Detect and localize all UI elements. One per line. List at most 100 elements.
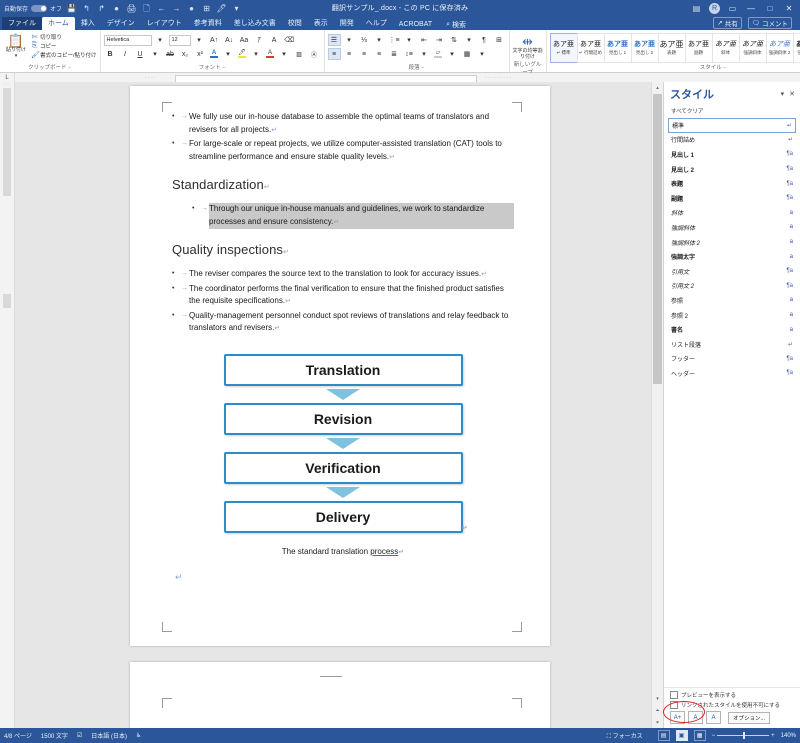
style-gallery[interactable]: あア亜 ↵ 標準 あア亜 ↵ 行間詰め あア亜 見出し 1 あア亜 見出し 2 (549, 33, 800, 63)
style-item-title[interactable]: 表題 ¶a (668, 176, 796, 191)
flow-step-verification[interactable]: Verification (223, 451, 463, 484)
word-count-status[interactable]: 1500 文字 (41, 731, 68, 740)
styles-pane-close-icon[interactable]: ✕ (789, 90, 795, 98)
document-page-2[interactable]: Education and training↵ (130, 662, 550, 728)
align-left-icon[interactable]: ≡ (327, 48, 341, 60)
style-item-emphasis[interactable]: 斜体 a (668, 206, 796, 221)
vertical-ruler[interactable] (0, 82, 15, 728)
flow-step-delivery[interactable]: Delivery ↵ (223, 500, 468, 533)
focus-button[interactable]: ⛶ フォーカス (607, 731, 643, 741)
enclose-character-icon[interactable]: Ⓐ (308, 48, 321, 60)
tab-layout[interactable]: レイアウト (141, 17, 188, 30)
asian-layout-icon[interactable]: ⊞ (493, 34, 506, 46)
flow-step-revision[interactable]: Revision (223, 402, 463, 435)
back-icon[interactable]: ← (156, 3, 167, 14)
tab-design[interactable]: デザイン (101, 17, 141, 30)
gallery-item-heading1[interactable]: あア亜 見出し 1 (603, 33, 632, 63)
tab-help[interactable]: ヘルプ (360, 17, 393, 30)
comments-button[interactable]: 🗨 コメント (747, 17, 792, 29)
scroll-down-button[interactable]: ▾ (652, 693, 663, 704)
web-layout-button[interactable]: ▦ (693, 730, 706, 741)
show-preview-checkbox[interactable]: プレビューを表示する (670, 691, 795, 699)
next-page-button[interactable]: ⏷ (652, 717, 663, 728)
quick-access-toolbar[interactable]: 自動保存 オフ 💾 ↰ ↱ ● 🖨 🗋 ← → ● ⊞ 🖊 ▾ (0, 3, 242, 14)
touch-mode-icon[interactable]: ⊞ (201, 3, 212, 14)
zoom-out-button[interactable]: − (712, 733, 716, 739)
zoom-knob[interactable] (743, 732, 746, 739)
distributed-icon[interactable]: ≣ (388, 48, 401, 60)
search-box[interactable]: ⌕ 検索 (438, 20, 466, 30)
multilevel-list-icon[interactable]: ⋮≡ (388, 34, 401, 46)
font-name-box[interactable]: Helvetica (103, 34, 152, 46)
style-item-intense-emphasis[interactable]: 強調斜体 a (668, 220, 796, 235)
list-item[interactable]: • → For large-scale or repeat projects, … (172, 138, 514, 164)
font-name-dropdown-icon[interactable]: ▾ (154, 34, 167, 46)
gallery-item-intense-emphasis-2[interactable]: あア亜 強調斜体 2 (765, 33, 794, 63)
clear-all-button[interactable]: すべてクリア (664, 104, 800, 118)
styles-pane-minimize-icon[interactable]: ▾ (781, 90, 785, 98)
list-item[interactable]: • → Quality-management personnel conduct… (172, 310, 514, 336)
pen-icon[interactable]: 🖊 (216, 3, 227, 14)
distribute-characters-button[interactable]: ⇹ 文字の均等割り付け (513, 35, 543, 60)
multilevel-dropdown-icon[interactable]: ▾ (403, 34, 416, 46)
minimize-button[interactable]: — (745, 4, 757, 13)
forward-icon[interactable]: → (171, 3, 182, 14)
style-item-subtitle[interactable]: 副題 ¶a (668, 191, 796, 206)
underline-icon[interactable]: U (134, 48, 147, 60)
zoom-in-button[interactable]: + (771, 733, 775, 739)
justify-icon[interactable]: ≡ (373, 48, 386, 60)
avatar[interactable]: R (709, 2, 720, 14)
tab-review[interactable]: 校閲 (282, 17, 308, 30)
copy-button[interactable]: ⎘ コピー (31, 42, 97, 50)
increase-indent-icon[interactable]: ⇥ (433, 34, 446, 46)
format-painter-button[interactable]: 🖌 書式のコピー/貼り付け (31, 51, 97, 59)
redo-icon[interactable]: ↱ (96, 3, 107, 14)
print-preview-icon[interactable]: 🖨 (126, 3, 137, 14)
style-item-no-spacing[interactable]: 行間詰め ↵ (668, 133, 796, 148)
paragraph-dialog-launcher[interactable]: ⌐ (422, 65, 425, 71)
list-item[interactable]: • → The coordinator performs the final v… (172, 283, 514, 309)
text-highlight-color-icon[interactable]: 🖊 (237, 49, 248, 59)
record-icon[interactable]: ● (111, 3, 122, 14)
font-size-dropdown-icon[interactable]: ▾ (193, 34, 206, 46)
options-button[interactable]: オプション... (728, 711, 771, 724)
borders-icon[interactable]: ▦ (461, 48, 474, 60)
style-item-quote-2[interactable]: 引用文 2 ¶a (668, 279, 796, 294)
clipboard-dialog-launcher[interactable]: ⌐ (69, 65, 72, 71)
sort-dropdown-icon[interactable]: ▾ (463, 34, 476, 46)
accessibility-icon[interactable]: ♿ (136, 732, 141, 739)
character-shading-icon[interactable]: ▨ (293, 48, 306, 60)
style-item-list-paragraph[interactable]: リスト段落 ↵ (668, 337, 796, 352)
bullets-icon[interactable]: ☰ (327, 34, 341, 46)
phonetic-guide-icon[interactable]: ｱ (253, 34, 266, 46)
maximize-button[interactable]: □ (764, 4, 776, 13)
caption-link[interactable]: process (370, 547, 398, 556)
tab-view[interactable]: 表示 (308, 17, 334, 30)
style-item-header[interactable]: ヘッダー ¶a (668, 366, 796, 381)
show-formatting-marks-icon[interactable]: ¶ (478, 34, 491, 46)
style-item-normal[interactable]: 標準 ↵ (668, 118, 796, 133)
proofing-icon[interactable]: ☑ (77, 732, 82, 739)
character-border-icon[interactable]: A (268, 34, 281, 46)
style-item-reference[interactable]: 参照 a (668, 293, 796, 308)
text-effects-icon[interactable]: A (209, 49, 220, 59)
grow-font-icon[interactable]: A↑ (208, 34, 221, 46)
document-body[interactable]: • → We fully use our in-house database t… (172, 111, 514, 583)
style-item-heading-1[interactable]: 見出し 1 ¶a (668, 147, 796, 162)
line-spacing-dropdown-icon[interactable]: ▾ (418, 48, 431, 60)
list-item[interactable]: • → The reviser compares the source text… (172, 268, 514, 282)
gallery-item-subtitle[interactable]: あア亜 副題 (684, 33, 713, 63)
font-dialog-launcher[interactable]: ⌐ (223, 65, 226, 71)
italic-icon[interactable]: I (119, 48, 132, 60)
clear-formatting-icon[interactable]: ⌫ (283, 34, 296, 46)
selected-text[interactable]: Through our unique in-house manuals and … (209, 203, 514, 229)
scroll-up-button[interactable]: ▴ (652, 82, 663, 93)
flow-step-translation[interactable]: Translation (223, 353, 463, 386)
record-macro-icon[interactable]: ● (186, 3, 197, 14)
tab-insert[interactable]: 挿入 (75, 17, 101, 30)
bullets-dropdown-icon[interactable]: ▾ (343, 34, 356, 46)
tab-home[interactable]: ホーム (42, 17, 75, 30)
list-item[interactable]: • → Through our unique in-house manuals … (192, 203, 514, 229)
gallery-item-no-spacing[interactable]: あア亜 ↵ 行間詰め (576, 33, 605, 63)
undo-icon[interactable]: ↰ (81, 3, 92, 14)
